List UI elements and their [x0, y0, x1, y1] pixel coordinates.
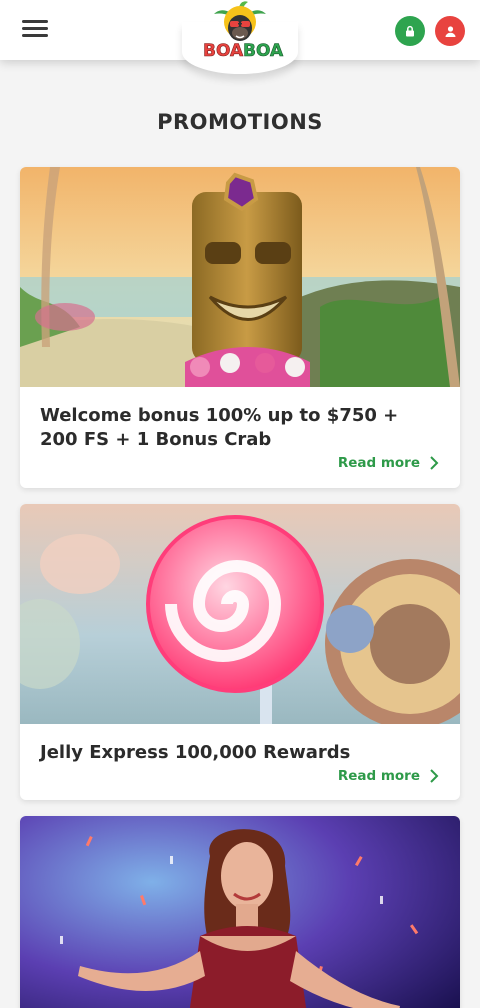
read-more-link[interactable]: Read more [338, 455, 440, 471]
promotion-card[interactable] [20, 816, 460, 1008]
promotion-card[interactable]: Welcome bonus 100% up to $750 + 200 FS +… [20, 167, 460, 488]
site-logo[interactable]: BOA BOA [182, 0, 298, 78]
read-more-link[interactable]: Read more [338, 768, 440, 784]
svg-text:BOA: BOA [243, 41, 284, 61]
chevron-right-icon [430, 456, 439, 470]
svg-text:BOA: BOA [203, 41, 244, 61]
hamburger-menu-icon[interactable] [22, 18, 48, 38]
promo-image-live-host [20, 816, 460, 1008]
user-icon [445, 25, 455, 37]
login-button[interactable] [395, 16, 425, 46]
promotion-card[interactable]: Jelly Express 100,000 Rewards Read more [20, 504, 460, 800]
promotion-title: Welcome bonus 100% up to $750 + 200 FS +… [40, 405, 399, 450]
page-title: PROMOTIONS [157, 110, 323, 134]
promotion-title: Jelly Express 100,000 Rewards [40, 742, 351, 763]
lock-icon [406, 25, 414, 37]
promo-image-lollipop [20, 504, 460, 724]
chevron-right-icon [430, 769, 439, 783]
register-button[interactable] [435, 16, 465, 46]
promo-image-tiki [20, 167, 460, 387]
logo-gorilla-icon: BOA BOA [203, 1, 284, 61]
